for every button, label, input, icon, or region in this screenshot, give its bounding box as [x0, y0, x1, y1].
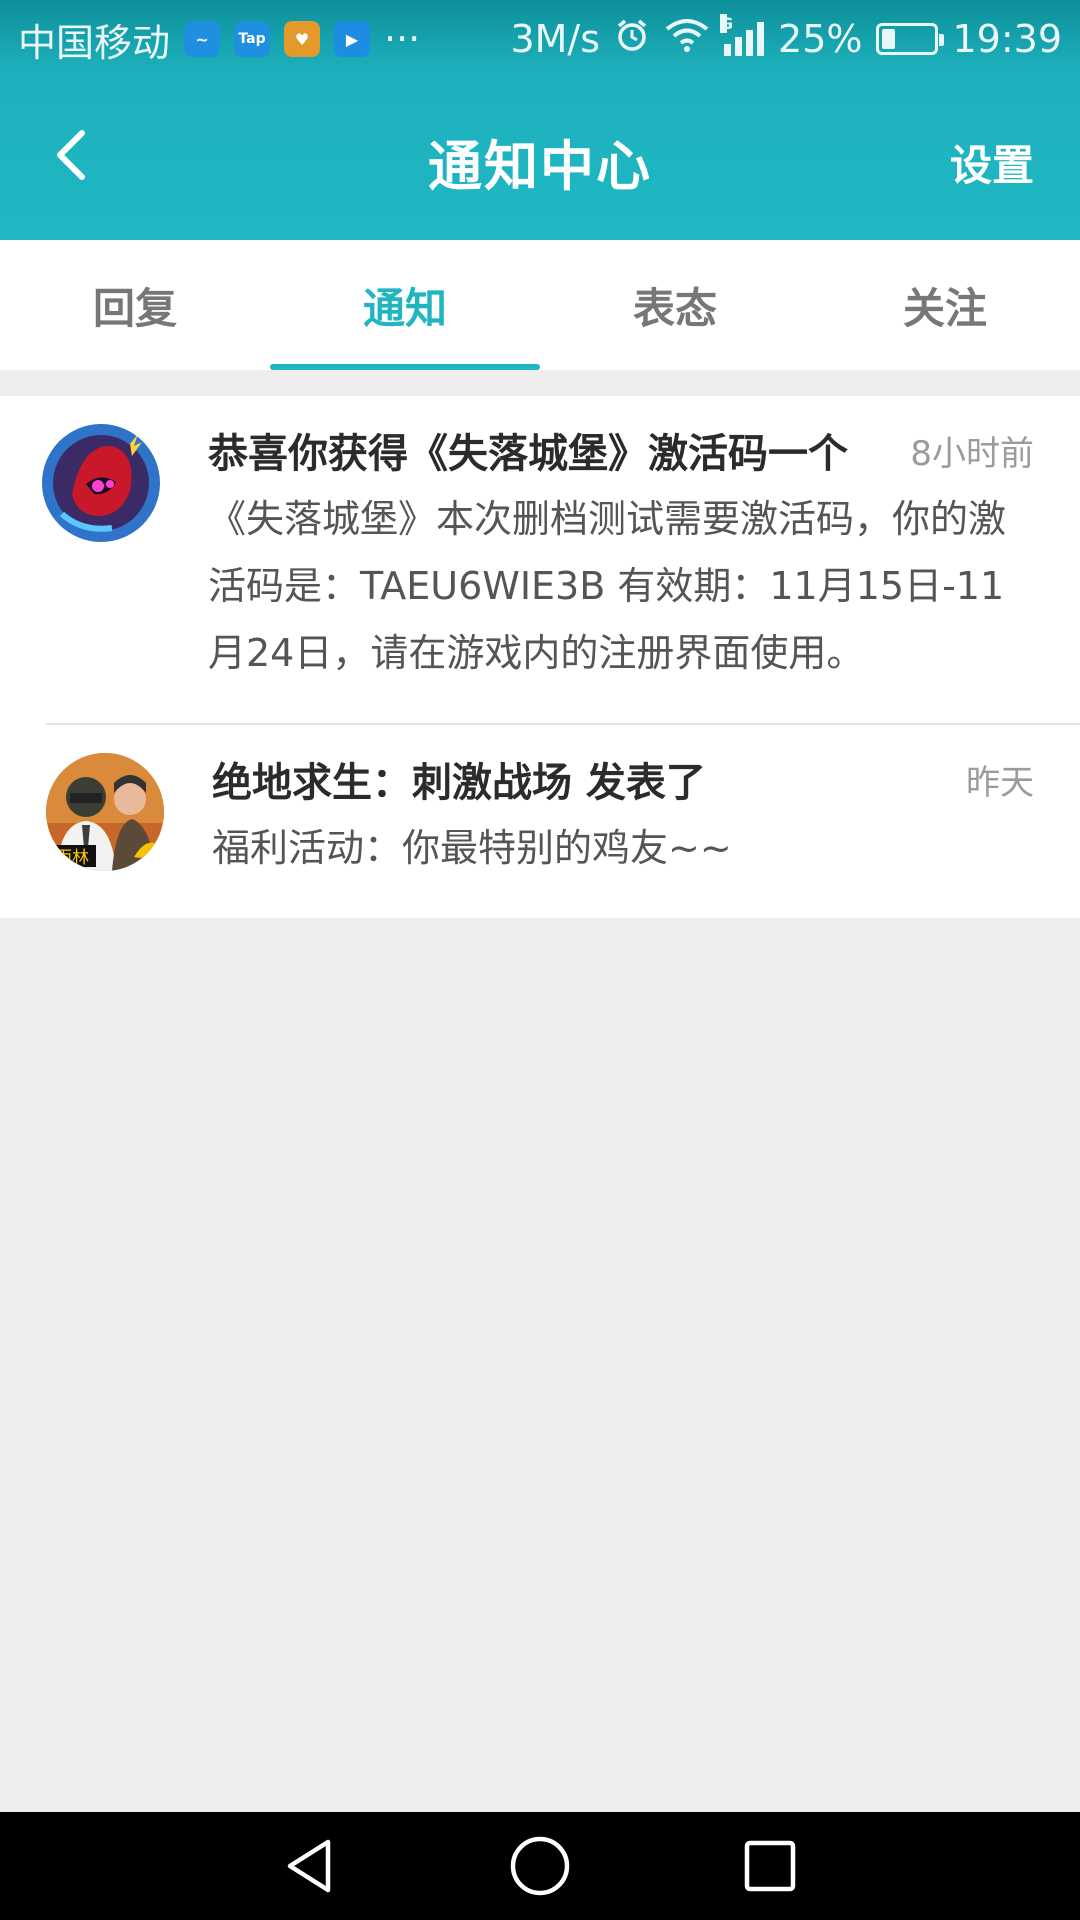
tab-bar: 回复 通知 表态 关注: [0, 240, 1080, 370]
notification-list: 恭喜你获得《失落城堡》激活码一个 8小时前 《失落城堡》本次删档测试需要激活码，…: [0, 396, 1080, 918]
notification-body: 绝地求生：刺激战场 发表了 昨天 福利活动：你最特别的鸡友~~: [212, 753, 1034, 882]
notification-item[interactable]: 恭喜你获得《失落城堡》激活码一个 8小时前 《失落城堡》本次删档测试需要激活码，…: [0, 396, 1080, 723]
notification-head: 恭喜你获得《失落城堡》激活码一个 8小时前: [208, 424, 1034, 484]
notification-desc: 福利活动：你最特别的鸡友~~: [212, 826, 732, 870]
status-left: 中国移动 ~ Tap ♥ ▶ ···: [18, 12, 420, 67]
notification-time: 昨天: [966, 763, 1034, 803]
svg-text:雨林: 雨林: [55, 848, 89, 868]
header: 中国移动 ~ Tap ♥ ▶ ··· 3M/s G 25% 19:39 通知中心…: [0, 0, 1080, 240]
nav-home-button[interactable]: [500, 1826, 580, 1906]
tab-notifications[interactable]: 通知: [270, 240, 540, 370]
tab-following[interactable]: 关注: [810, 240, 1080, 370]
page-title: 通知中心: [428, 135, 652, 198]
weibo-icon: ~: [184, 21, 221, 57]
notification-time: 8小时前: [910, 434, 1034, 474]
tap-icon: Tap: [234, 21, 271, 57]
carrier-label: 中国移动: [18, 20, 171, 65]
alarm-icon: [614, 17, 650, 62]
status-right: 3M/s G 25% 19:39: [510, 14, 1062, 62]
status-bar: 中国移动 ~ Tap ♥ ▶ ··· 3M/s G 25% 19:39: [0, 0, 1080, 78]
nav-recents-button[interactable]: [730, 1826, 810, 1906]
tab-reply[interactable]: 回复: [0, 240, 270, 370]
notification-item[interactable]: 雨林 绝地求生：刺激战场 发表了 昨天 福利活动：你最特别的鸡友~~: [46, 723, 1080, 918]
settings-button[interactable]: 设置: [950, 132, 1034, 193]
wifi-icon: [664, 17, 710, 62]
system-nav-bar: [0, 1812, 1080, 1920]
app-bar: 通知中心 设置: [0, 78, 1080, 240]
more-notifications-icon: ···: [384, 17, 421, 61]
notification-title: 绝地求生：刺激战场 发表了: [212, 760, 706, 806]
triangle-back-icon: [287, 1839, 331, 1893]
signal-icon: G: [720, 14, 765, 56]
network-speed: 3M/s: [510, 17, 601, 61]
notification-body: 恭喜你获得《失落城堡》激活码一个 8小时前 《失落城堡》本次删档测试需要激活码，…: [208, 424, 1034, 687]
avatar: [42, 424, 160, 542]
battery-icon: [876, 23, 945, 55]
screen: 中国移动 ~ Tap ♥ ▶ ··· 3M/s G 25% 19:39 通知中心…: [0, 0, 1080, 1920]
battery-percent: 25%: [778, 17, 863, 61]
nav-back-button[interactable]: [270, 1826, 350, 1906]
health-icon: ♥: [284, 21, 321, 57]
notification-head: 绝地求生：刺激战场 发表了 昨天: [212, 753, 1034, 813]
notification-title: 恭喜你获得《失落城堡》激活码一个: [208, 431, 848, 477]
square-recents-icon: [744, 1840, 796, 1892]
video-icon: ▶: [334, 21, 371, 57]
clock: 19:39: [952, 17, 1062, 61]
tab-reactions[interactable]: 表态: [540, 240, 810, 370]
avatar: 雨林: [46, 753, 164, 871]
circle-home-icon: [510, 1836, 570, 1896]
notification-desc: 《失落城堡》本次删档测试需要激活码，你的激活码是：TAEU6WIE3B 有效期：…: [208, 497, 1007, 675]
